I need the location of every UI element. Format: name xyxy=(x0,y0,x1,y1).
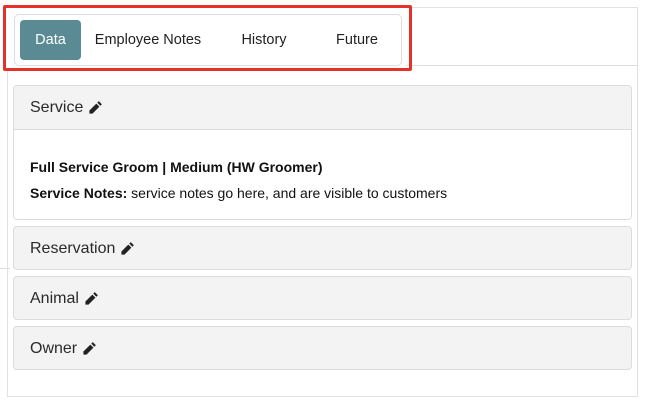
tab-bar: Data Employee Notes History Future xyxy=(14,14,402,66)
service-notes-label: Service Notes: xyxy=(30,185,128,201)
service-name: Full Service Groom | Medium (HW Groomer) xyxy=(30,159,323,175)
pencil-icon[interactable] xyxy=(120,241,135,256)
pencil-icon[interactable] xyxy=(84,291,99,306)
service-panel-title: Service xyxy=(30,98,84,116)
tab-future[interactable]: Future xyxy=(313,20,401,60)
panel-border xyxy=(406,7,638,8)
pencil-icon[interactable] xyxy=(82,341,97,356)
reservation-panel-header[interactable]: Reservation xyxy=(14,227,631,269)
panel-border xyxy=(7,70,8,397)
reservation-panel: Reservation xyxy=(13,226,632,270)
panel-border xyxy=(7,396,638,397)
service-panel-header[interactable]: Service xyxy=(14,86,631,129)
animal-panel-title: Animal xyxy=(30,289,79,307)
owner-panel-title: Owner xyxy=(30,339,78,357)
tab-divider xyxy=(406,65,638,66)
service-notes-text: service notes go here, and are visible t… xyxy=(127,185,448,201)
service-notes: Service Notes: service notes go here, an… xyxy=(30,180,615,206)
service-panel: Service Full Service Groom | Medium (HW … xyxy=(13,85,632,220)
pencil-icon[interactable] xyxy=(88,100,103,115)
owner-panel-header[interactable]: Owner xyxy=(14,327,631,369)
service-panel-body: Full Service Groom | Medium (HW Groomer)… xyxy=(14,129,631,219)
tab-data[interactable]: Data xyxy=(20,20,81,60)
tab-employee-notes[interactable]: Employee Notes xyxy=(81,20,215,60)
divider xyxy=(0,268,10,269)
tab-history[interactable]: History xyxy=(215,20,313,60)
page: Data Employee Notes History Future Servi… xyxy=(0,0,646,404)
reservation-panel-title: Reservation xyxy=(30,239,116,257)
animal-panel-header[interactable]: Animal xyxy=(14,277,631,319)
animal-panel: Animal xyxy=(13,276,632,320)
owner-panel: Owner xyxy=(13,326,632,370)
